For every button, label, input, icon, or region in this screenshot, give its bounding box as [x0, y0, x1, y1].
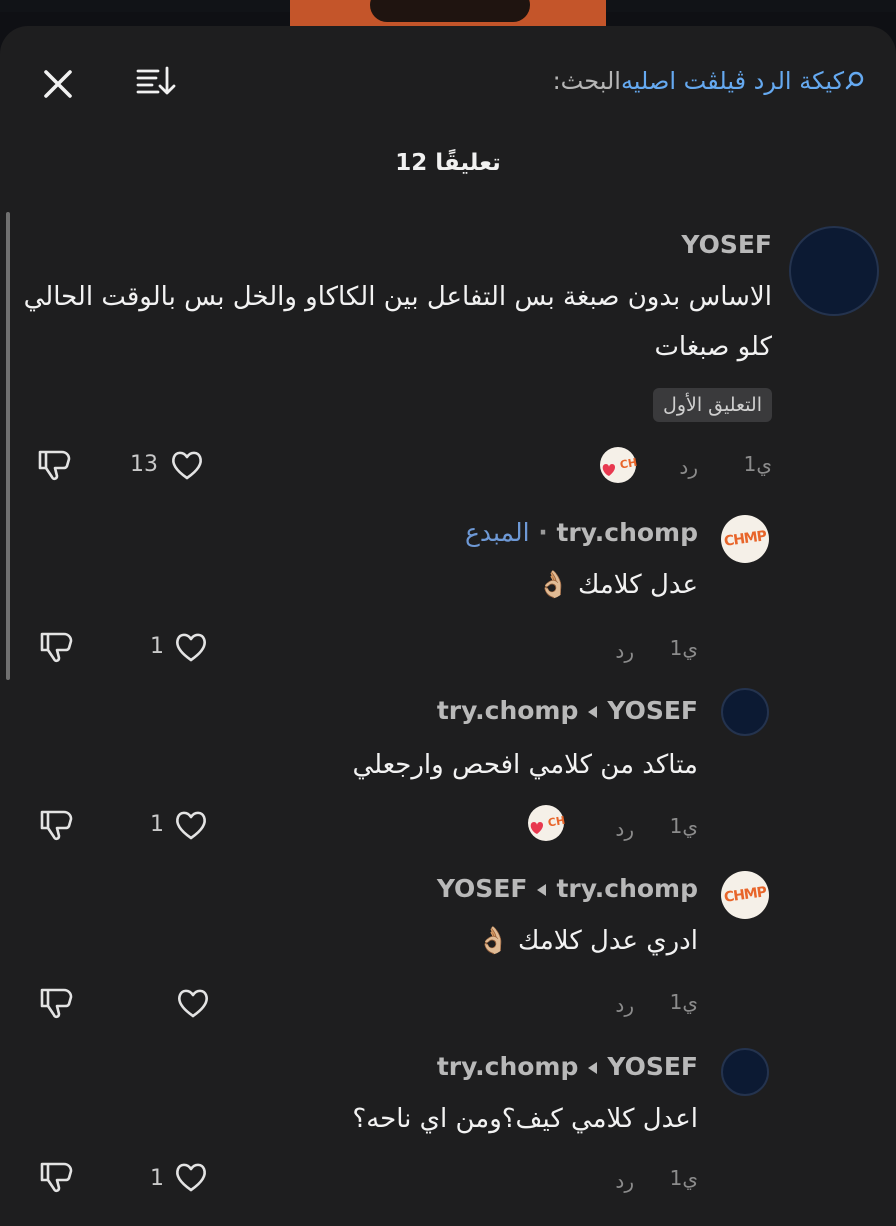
reply-to-username[interactable]: YOSEF	[437, 874, 528, 903]
comment-text: متاكد من كلامي افحص وارجعلي	[352, 750, 698, 780]
reply-to-username[interactable]: try.chomp	[437, 696, 579, 725]
creator-liked-icon: CH	[600, 447, 638, 483]
reply-arrow-icon	[588, 706, 598, 718]
like-count: 1	[150, 1166, 164, 1191]
dislike-icon[interactable]	[38, 806, 76, 844]
dislike-icon[interactable]	[38, 628, 76, 666]
search-bar[interactable]: البحث: كيكة الرد ڤيلڤت اصليه	[545, 58, 868, 104]
heart-icon[interactable]	[168, 446, 206, 484]
svg-text:CH: CH	[619, 456, 638, 472]
first-comment-badge: التعليق الأول	[653, 388, 772, 422]
comment-time: 1ي	[669, 1166, 698, 1190]
avatar[interactable]: CHMP	[721, 871, 769, 919]
comment-text: اعدل كلامي كيف؟ومن اي ناحه؟	[352, 1104, 698, 1134]
comment-time: 1ي	[669, 636, 698, 660]
reply-button[interactable]: رد	[615, 1169, 634, 1193]
reply-to-username[interactable]: try.chomp	[437, 1052, 579, 1081]
heart-icon[interactable]	[172, 806, 210, 844]
search-icon[interactable]	[844, 70, 866, 92]
comment-text: الاساس بدون صبغة بس التفاعل بين الكاكاو …	[23, 282, 772, 362]
comment-username-line: YOSEF try.chomp	[437, 874, 698, 903]
comment-username-line: try.chomp YOSEF	[437, 1052, 698, 1081]
scrollbar[interactable]	[6, 212, 10, 680]
heart-icon[interactable]	[172, 1158, 210, 1196]
like-count: 13	[130, 452, 158, 477]
comment-time: 1ي	[669, 990, 698, 1014]
creator-liked-icon: CH	[528, 805, 566, 841]
heart-icon[interactable]	[172, 628, 210, 666]
search-label: البحث:	[552, 67, 621, 95]
search-query[interactable]: كيكة الرد ڤيلڤت اصليه	[621, 67, 844, 95]
comment-text: ادري عدل كلامك 👌🏼	[477, 926, 698, 956]
dislike-icon[interactable]	[36, 446, 74, 484]
comment-username[interactable]: YOSEF	[681, 230, 772, 259]
reply-button[interactable]: رد	[679, 455, 698, 479]
avatar[interactable]	[721, 688, 769, 736]
avatar[interactable]	[721, 1048, 769, 1096]
reply-arrow-icon	[537, 884, 547, 896]
comments-sheet	[0, 26, 896, 1226]
dislike-icon[interactable]	[38, 984, 76, 1022]
comment-count: 12 تعليقًا	[395, 150, 501, 176]
comment-time: 1ي	[743, 452, 772, 476]
comment-username[interactable]: try.chomp	[556, 518, 698, 547]
comment-username-line: try.chomp YOSEF	[437, 696, 698, 725]
avatar[interactable]: CHMP	[721, 515, 769, 563]
like-count: 1	[150, 812, 164, 837]
creator-label: المبدع	[464, 518, 530, 547]
like-count: 1	[150, 634, 164, 659]
dislike-icon[interactable]	[38, 1158, 76, 1196]
avatar[interactable]	[789, 226, 879, 316]
sort-icon[interactable]	[136, 64, 176, 98]
reply-arrow-icon	[588, 1062, 598, 1074]
reply-button[interactable]: رد	[615, 817, 634, 841]
video-thumbnail[interactable]	[290, 0, 606, 26]
close-icon[interactable]	[40, 66, 76, 102]
heart-icon[interactable]	[174, 984, 212, 1022]
reply-button[interactable]: رد	[615, 639, 634, 663]
reply-button[interactable]: رد	[615, 993, 634, 1017]
comment-username[interactable]: YOSEF	[607, 1052, 698, 1081]
svg-text:CH: CH	[547, 814, 566, 830]
comment-username[interactable]: YOSEF	[607, 696, 698, 725]
comment-username-line: المبدع · try.chomp	[464, 518, 698, 547]
comment-text: عدل كلامك 👌🏼	[537, 570, 698, 600]
comment-time: 1ي	[669, 814, 698, 838]
comment-username[interactable]: try.chomp	[556, 874, 698, 903]
